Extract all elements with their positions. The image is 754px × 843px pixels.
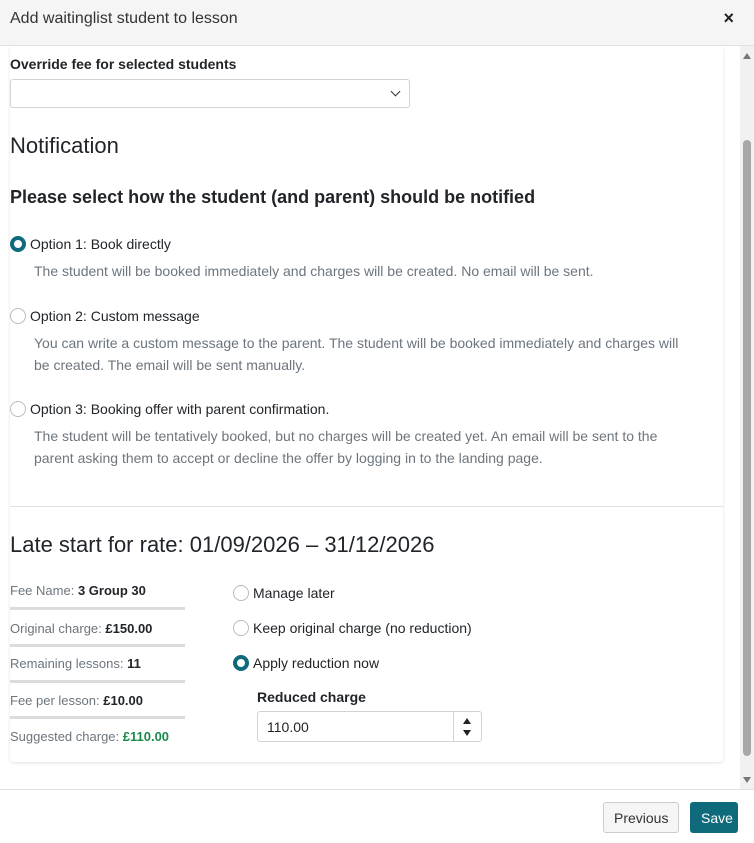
dialog-footer: Previous Save — [0, 789, 754, 843]
suggested-charge-line: Suggested charge: £110.00 — [10, 729, 169, 744]
fee-name-line: Fee Name: 3 Group 30 — [10, 583, 146, 598]
apply-reduction-radio[interactable] — [233, 655, 249, 671]
scroll-down-icon[interactable] — [743, 777, 751, 783]
original-charge-value: £150.00 — [105, 621, 153, 636]
previous-button[interactable]: Previous — [603, 802, 679, 833]
fee-per-lesson-label: Fee per lesson: — [10, 693, 100, 708]
late-start-heading: Late start for rate: 01/09/2026 – 31/12/… — [10, 532, 435, 557]
option-3-description-line1: The student will be tentatively booked, … — [34, 428, 658, 444]
save-button[interactable]: Save — [690, 802, 738, 833]
remaining-lessons-value: 11 — [127, 656, 141, 671]
manage-later-label[interactable]: Manage later — [253, 585, 335, 601]
option-3-radio[interactable] — [10, 401, 26, 417]
quantity-stepper[interactable] — [453, 712, 481, 741]
suggested-charge-label: Suggested charge: — [10, 729, 120, 744]
original-charge-line: Original charge: £150.00 — [10, 621, 152, 636]
apply-reduction-label[interactable]: Apply reduction now — [253, 655, 379, 671]
fee-name-label: Fee Name: — [10, 583, 75, 598]
dialog-header: Add waitinglist student to lesson × — [0, 0, 754, 46]
section-divider — [10, 506, 723, 507]
dialog-body: Override fee for selected students Notif… — [0, 46, 754, 789]
fee-separator — [10, 644, 185, 647]
override-fee-select[interactable] — [10, 79, 410, 108]
option-2-label[interactable]: Option 2: Custom message — [30, 308, 200, 324]
reduced-charge-input[interactable]: 110.00 — [257, 711, 482, 742]
fee-per-lesson-value: £10.00 — [103, 693, 143, 708]
fee-separator — [10, 680, 185, 683]
option-2-radio[interactable] — [10, 308, 26, 324]
suggested-charge-value: £110.00 — [122, 729, 170, 744]
fee-separator — [10, 716, 185, 719]
remaining-lessons-line: Remaining lessons: 11 — [10, 656, 141, 671]
option-3-label[interactable]: Option 3: Booking offer with parent conf… — [30, 401, 329, 417]
option-2-description-line1: You can write a custom message to the pa… — [34, 335, 679, 351]
reduced-charge-value: 110.00 — [267, 719, 309, 735]
fee-name-value: 3 Group 30 — [77, 583, 146, 598]
manage-later-radio[interactable] — [233, 585, 249, 601]
notification-heading: Notification — [10, 133, 119, 158]
fee-separator — [10, 607, 185, 610]
dialog-title: Add waitinglist student to lesson — [10, 10, 238, 27]
scrollbar-thumb[interactable] — [743, 140, 751, 756]
override-fee-label: Override fee for selected students — [10, 56, 237, 72]
option-1-description: The student will be booked immediately a… — [34, 263, 594, 279]
stepper-up-icon[interactable] — [463, 718, 471, 724]
reduced-charge-label: Reduced charge — [257, 689, 366, 705]
notification-question: Please select how the student (and paren… — [10, 187, 536, 207]
scroll-up-icon[interactable] — [743, 53, 751, 59]
close-icon[interactable]: × — [723, 8, 734, 29]
original-charge-label: Original charge: — [10, 621, 102, 636]
keep-original-radio[interactable] — [233, 620, 249, 636]
chevron-down-icon — [390, 86, 401, 97]
option-2-description-line2: be created. The email will be sent manua… — [34, 357, 306, 373]
fee-per-lesson-line: Fee per lesson: £10.00 — [10, 693, 143, 708]
option-3-description-line2: parent asking them to accept or decline … — [34, 450, 543, 466]
remaining-lessons-label: Remaining lessons: — [10, 656, 124, 671]
stepper-down-icon[interactable] — [463, 730, 471, 736]
option-1-label[interactable]: Option 1: Book directly — [30, 236, 171, 252]
scrollbar[interactable] — [740, 46, 754, 789]
option-1-radio[interactable] — [10, 236, 26, 252]
keep-original-label[interactable]: Keep original charge (no reduction) — [253, 620, 472, 636]
